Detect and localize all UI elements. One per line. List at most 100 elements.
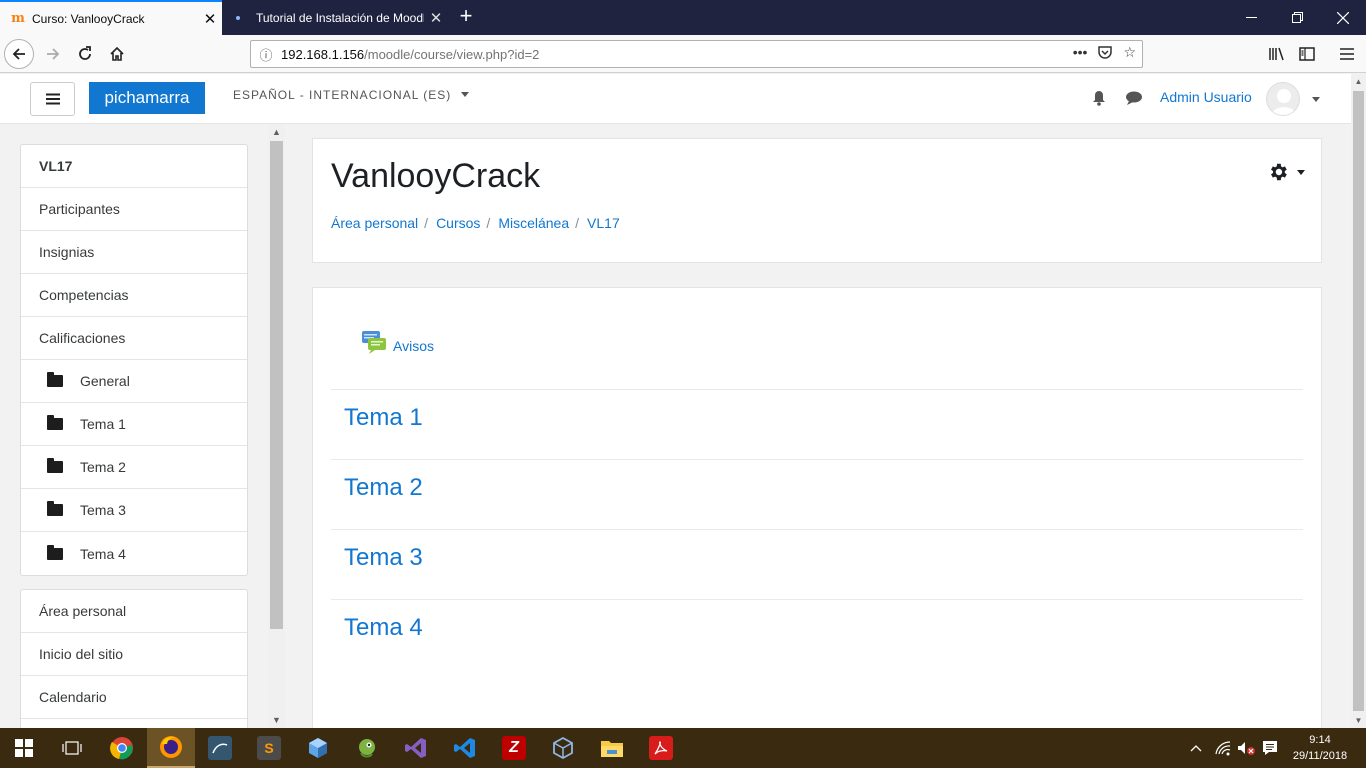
show-hidden-icons-button[interactable] [1190, 728, 1202, 768]
close-tab-icon[interactable]: ✕ [424, 9, 448, 27]
tab-course[interactable]: m Curso: VanlooyCrack ✕ [0, 0, 222, 35]
restore-button[interactable] [1274, 0, 1320, 35]
vscode-taskbar-button[interactable] [441, 728, 489, 768]
section-title[interactable]: Tema 3 [344, 544, 423, 572]
folder-icon [47, 501, 63, 516]
section-title[interactable]: Tema 2 [344, 474, 423, 502]
course-section: Tema 4 [331, 599, 1303, 669]
firefox-icon [160, 736, 182, 758]
reload-button[interactable] [70, 39, 100, 69]
page-scrollbar[interactable]: ▲ ▼ [1351, 74, 1366, 728]
nav-item-section-tema-4[interactable]: Tema 4 [21, 532, 247, 575]
bookmark-star-icon[interactable]: ☆ [1123, 44, 1136, 63]
visual-studio-taskbar-button[interactable] [392, 728, 440, 768]
task-view-button[interactable] [48, 728, 96, 768]
filezilla-taskbar-button[interactable]: Z [490, 728, 538, 768]
folder-icon [47, 544, 63, 560]
breadcrumb: Área personal / Cursos / Miscelánea / VL17 [331, 215, 620, 231]
sublime-text-taskbar-button[interactable]: S [245, 728, 293, 768]
nav-item-label: Área personal [39, 603, 127, 619]
nav-item-label: Calendario [39, 689, 107, 705]
virtualbox-taskbar-button[interactable] [539, 728, 587, 768]
gitkraken-taskbar-button[interactable] [343, 728, 391, 768]
section-title[interactable]: Tema 4 [344, 614, 423, 642]
nav-item-participantes[interactable]: Participantes [21, 188, 247, 231]
nav-item-inicio-del-sitio[interactable]: Inicio del sitio [21, 633, 247, 676]
folder-explorer-icon [601, 741, 623, 757]
drawer-toggle-button[interactable] [30, 82, 75, 116]
reload-icon [79, 46, 91, 60]
breadcrumb-item[interactable]: Miscelánea [498, 215, 569, 231]
file-explorer-taskbar-button[interactable] [588, 728, 636, 768]
activity-avisos[interactable]: Avisos [361, 330, 434, 354]
scroll-up-icon[interactable]: ▲ [268, 127, 285, 137]
page-header-card: VanlooyCrack Área personal / Cursos / Misc… [312, 138, 1322, 263]
user-menu-chevron-icon[interactable] [1312, 97, 1320, 102]
network-icon[interactable] [1214, 728, 1232, 768]
nav-item-section-tema-3[interactable]: Tema 3 [21, 489, 247, 532]
hamburger-icon [45, 93, 60, 105]
nav-item-section-tema-2[interactable]: Tema 2 [21, 446, 247, 489]
nav-item-label: Participantes [39, 201, 120, 217]
restore-icon [1291, 12, 1303, 23]
nav-item-course[interactable]: VL17 [21, 145, 247, 188]
nav-item-section-tema-1[interactable]: Tema 1 [21, 403, 247, 446]
breadcrumb-item[interactable]: Cursos [436, 215, 480, 231]
scroll-up-icon[interactable]: ▲ [1351, 77, 1366, 86]
chevron-up-icon [1190, 745, 1202, 752]
site-info-icon[interactable]: ⓘ [251, 45, 281, 64]
close-icon [1337, 11, 1349, 24]
language-selector[interactable]: ESPAÑOL - INTERNACIONAL (ES) [233, 88, 469, 102]
system-clock[interactable]: 9:14 29/11/2018 [1284, 732, 1356, 764]
site-brand[interactable]: pichamarra [89, 82, 205, 114]
mysql-workbench-taskbar-button[interactable] [196, 728, 244, 768]
messages-icon[interactable] [1124, 88, 1144, 108]
section-title[interactable]: Tema 1 [344, 404, 423, 432]
menu-button[interactable] [1332, 39, 1362, 69]
user-name[interactable]: Admin Usuario [1160, 89, 1252, 105]
course-settings-menu[interactable] [1267, 161, 1305, 183]
virtualbox-icon [553, 736, 573, 760]
drawer-scrollbar[interactable]: ▲ ▼ [268, 124, 285, 728]
nav-item-calendario[interactable]: Calendario [21, 676, 247, 719]
back-button[interactable] [4, 39, 34, 69]
breadcrumb-item[interactable]: Área personal [331, 215, 418, 231]
new-tab-button[interactable]: + [454, 4, 478, 30]
drawer-scroll-thumb[interactable] [270, 141, 283, 629]
sidebar-toggle-button[interactable] [1292, 39, 1322, 69]
breadcrumb-item[interactable]: VL17 [587, 215, 620, 231]
chrome-taskbar-button[interactable] [98, 728, 146, 768]
url-bar[interactable]: ⓘ 192.168.1.156/moodle/course/view.php?i… [250, 40, 1143, 68]
nav-item-section-general[interactable]: General [21, 360, 247, 403]
course-section: Tema 2 [331, 459, 1303, 529]
avatar[interactable] [1266, 82, 1300, 116]
tab-tutorial[interactable]: Tutorial de Instalación de Moodle ✕ [222, 0, 448, 35]
language-label: ESPAÑOL - INTERNACIONAL (ES) [233, 88, 452, 102]
action-center-icon[interactable] [1262, 728, 1278, 768]
box-app-taskbar-button[interactable] [294, 728, 342, 768]
minimize-button[interactable] [1228, 0, 1274, 35]
acrobat-taskbar-button[interactable] [637, 728, 685, 768]
volume-muted-icon[interactable] [1236, 728, 1256, 768]
home-button[interactable] [102, 39, 132, 69]
nav-item-competencias[interactable]: Competencias [21, 274, 247, 317]
page-actions-icon[interactable]: ••• [1073, 44, 1088, 63]
nav-item-insignias[interactable]: Insignias [21, 231, 247, 274]
close-tab-icon[interactable]: ✕ [198, 10, 222, 28]
start-button[interactable] [0, 728, 48, 768]
scroll-down-icon[interactable]: ▼ [268, 715, 285, 725]
notifications-bell-icon[interactable] [1089, 88, 1109, 108]
firefox-taskbar-button[interactable] [147, 728, 195, 768]
browser-nav-bar: ⓘ 192.168.1.156/moodle/course/view.php?i… [0, 35, 1366, 73]
nav-item-area-personal[interactable]: Área personal [21, 590, 247, 633]
close-window-button[interactable] [1320, 0, 1366, 35]
library-button[interactable] [1262, 39, 1292, 69]
forward-button[interactable] [38, 39, 68, 69]
course-section: Tema 3 [331, 529, 1303, 599]
page-scroll-thumb[interactable] [1353, 91, 1364, 711]
home-icon [110, 46, 124, 61]
chevron-down-icon [460, 92, 469, 97]
scroll-down-icon[interactable]: ▼ [1351, 716, 1366, 725]
nav-item-calificaciones[interactable]: Calificaciones [21, 317, 247, 360]
pocket-icon[interactable] [1097, 44, 1113, 63]
